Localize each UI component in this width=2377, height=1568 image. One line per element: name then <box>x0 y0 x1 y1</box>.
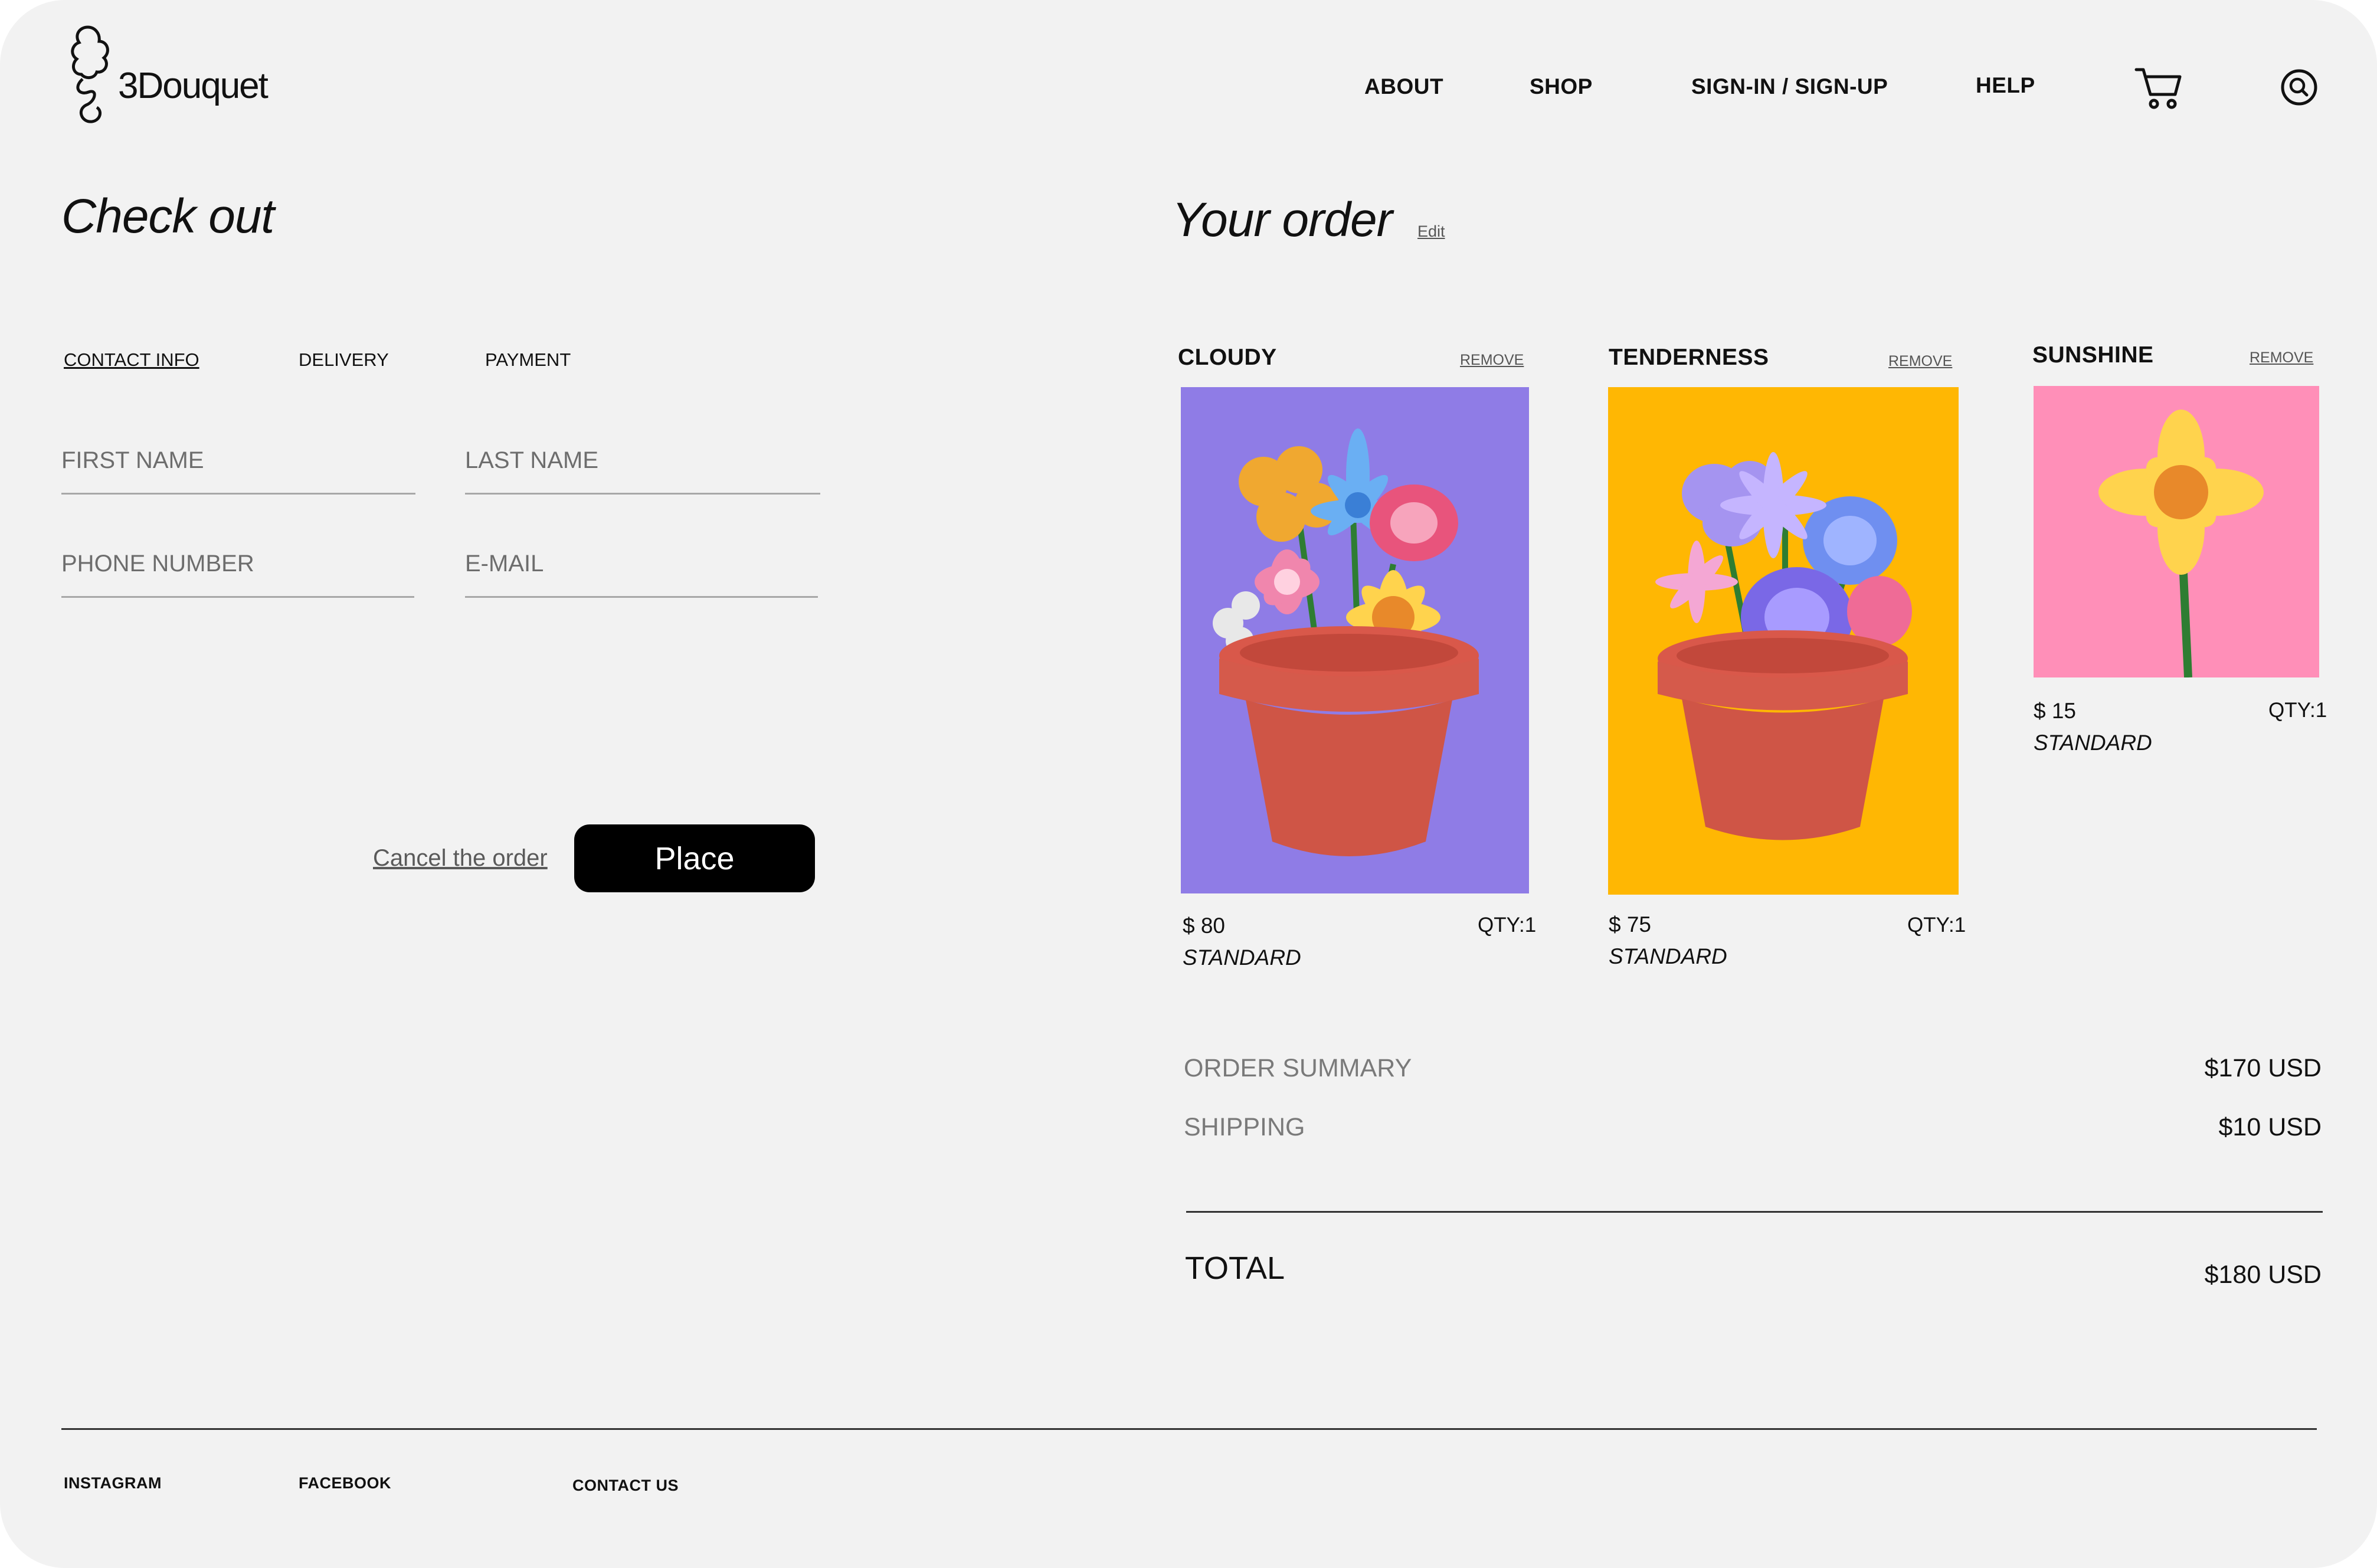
daisy-illustration <box>2098 410 2264 677</box>
cart-button[interactable] <box>2134 65 2182 111</box>
flower-pot-illustration <box>1213 428 1479 856</box>
phone-field[interactable] <box>61 543 414 598</box>
brand-logo[interactable]: 3Douquet <box>61 22 286 135</box>
product-qty-tenderness: QTY:1 <box>1907 914 1966 937</box>
total-value: $180 USD <box>2204 1261 2322 1289</box>
shipping-label: SHIPPING <box>1184 1113 1305 1141</box>
product-qty-cloudy: QTY:1 <box>1478 914 1537 937</box>
remove-cloudy-link[interactable]: REMOVE <box>1460 352 1524 369</box>
nav-about[interactable]: ABOUT <box>1364 74 1443 99</box>
product-qty-sunshine: QTY:1 <box>2268 699 2327 722</box>
nav-help[interactable]: HELP <box>1976 73 2035 98</box>
product-style-cloudy: STANDARD <box>1183 945 1301 970</box>
remove-tenderness-link[interactable]: REMOVE <box>1888 353 1952 370</box>
summary-divider <box>1186 1211 2323 1213</box>
step-delivery[interactable]: DELIVERY <box>299 349 389 371</box>
product-image-tenderness <box>1608 387 1959 895</box>
product-image-sunshine <box>2034 386 2319 677</box>
product-price-sunshine: $ 15 <box>2034 699 2077 723</box>
footer-instagram-link[interactable]: INSTAGRAM <box>64 1474 162 1492</box>
step-contact-info[interactable]: CONTACT INFO <box>64 349 199 371</box>
app-window: 3Douquet ABOUT SHOP SIGN-IN / SIGN-UP HE… <box>0 0 2377 1568</box>
product-name-tenderness: TENDERNESS <box>1609 345 1769 370</box>
last-name-field[interactable] <box>465 440 820 495</box>
search-button[interactable] <box>2280 68 2318 106</box>
footer-divider <box>61 1428 2317 1430</box>
email-field[interactable] <box>465 543 818 598</box>
product-price-cloudy: $ 80 <box>1183 914 1226 938</box>
place-order-button[interactable]: Place <box>574 824 815 892</box>
nav-signin[interactable]: SIGN-IN / SIGN-UP <box>1691 74 1888 99</box>
first-name-input[interactable] <box>61 440 415 481</box>
product-name-sunshine: SUNSHINE <box>2032 342 2154 368</box>
brand-name: 3Douquet <box>118 66 269 106</box>
cancel-order-link[interactable]: Cancel the order <box>373 845 548 872</box>
order-summary-label: ORDER SUMMARY <box>1184 1054 1412 1082</box>
product-style-tenderness: STANDARD <box>1609 944 1727 968</box>
email-input[interactable] <box>465 543 818 584</box>
product-image-cloudy <box>1181 387 1529 893</box>
footer-contact-link[interactable]: CONTACT US <box>572 1477 679 1495</box>
flower-pot-illustration <box>1655 452 1912 840</box>
last-name-input[interactable] <box>465 440 820 481</box>
checkout-title: Check out <box>61 189 274 243</box>
shipping-value: $10 USD <box>2218 1113 2322 1141</box>
remove-sunshine-link[interactable]: REMOVE <box>2250 349 2313 366</box>
edit-order-link[interactable]: Edit <box>1417 222 1445 241</box>
bouquet-logo-icon <box>71 25 109 123</box>
nav-shop[interactable]: SHOP <box>1530 74 1593 99</box>
search-icon <box>2281 69 2317 106</box>
footer-facebook-link[interactable]: FACEBOOK <box>299 1474 391 1492</box>
order-summary-value: $170 USD <box>2204 1054 2322 1082</box>
order-title: Your order <box>1172 193 1393 247</box>
product-style-sunshine: STANDARD <box>2034 731 2152 755</box>
product-name-cloudy: CLOUDY <box>1178 345 1277 370</box>
cart-icon <box>2134 68 2182 109</box>
phone-input[interactable] <box>61 543 414 584</box>
first-name-field[interactable] <box>61 440 415 495</box>
product-price-tenderness: $ 75 <box>1609 912 1652 937</box>
step-payment[interactable]: PAYMENT <box>485 349 571 371</box>
total-label: TOTAL <box>1185 1251 1285 1286</box>
